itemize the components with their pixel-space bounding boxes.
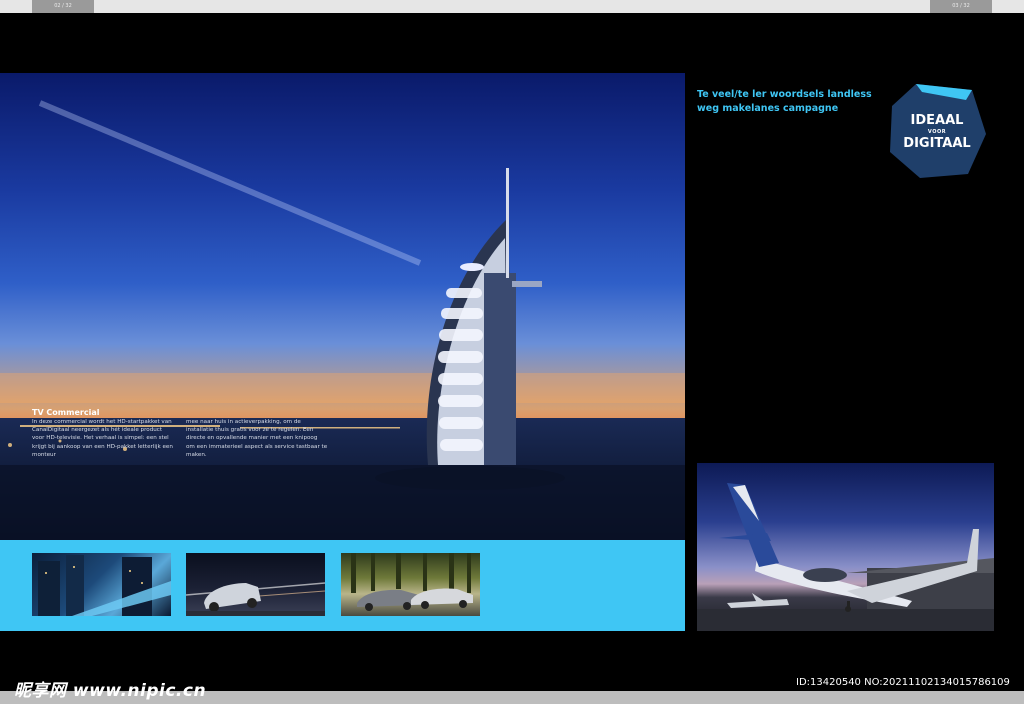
watermark-right: ID:13420540 NO:20211102134015786109	[796, 677, 1010, 688]
ideaal-voor-digitaal-logo: IDEAAL VOOR DIGITAAL	[886, 82, 988, 180]
caption-column-1: In deze commercial wordt het HD-startpak…	[32, 419, 173, 458]
page-tab-right: 03 / 32	[930, 0, 992, 13]
car-night-thumbnail	[186, 553, 325, 616]
page-tab-left: 02 / 32	[32, 0, 94, 13]
caption-title: TV Commercial	[32, 408, 100, 417]
caption-column-2: mee naar huis in actieverpakking, om de …	[186, 419, 328, 458]
caption-panel	[0, 465, 685, 540]
logo-line-1: IDEAAL	[910, 113, 964, 128]
private-jet-photo	[697, 463, 994, 631]
top-bar	[0, 0, 1024, 13]
logo-line-2: VOOR	[927, 129, 947, 135]
city-night-thumbnail	[32, 553, 171, 616]
car-forest-thumbnail	[341, 553, 480, 616]
hero-photo	[0, 73, 685, 540]
headline: Te veel/te ler woordsels landless weg ma…	[697, 89, 872, 114]
logo-line-3: DIGITAAL	[903, 136, 971, 151]
watermark-left: 昵享网 www.nipic.cn	[14, 681, 207, 701]
